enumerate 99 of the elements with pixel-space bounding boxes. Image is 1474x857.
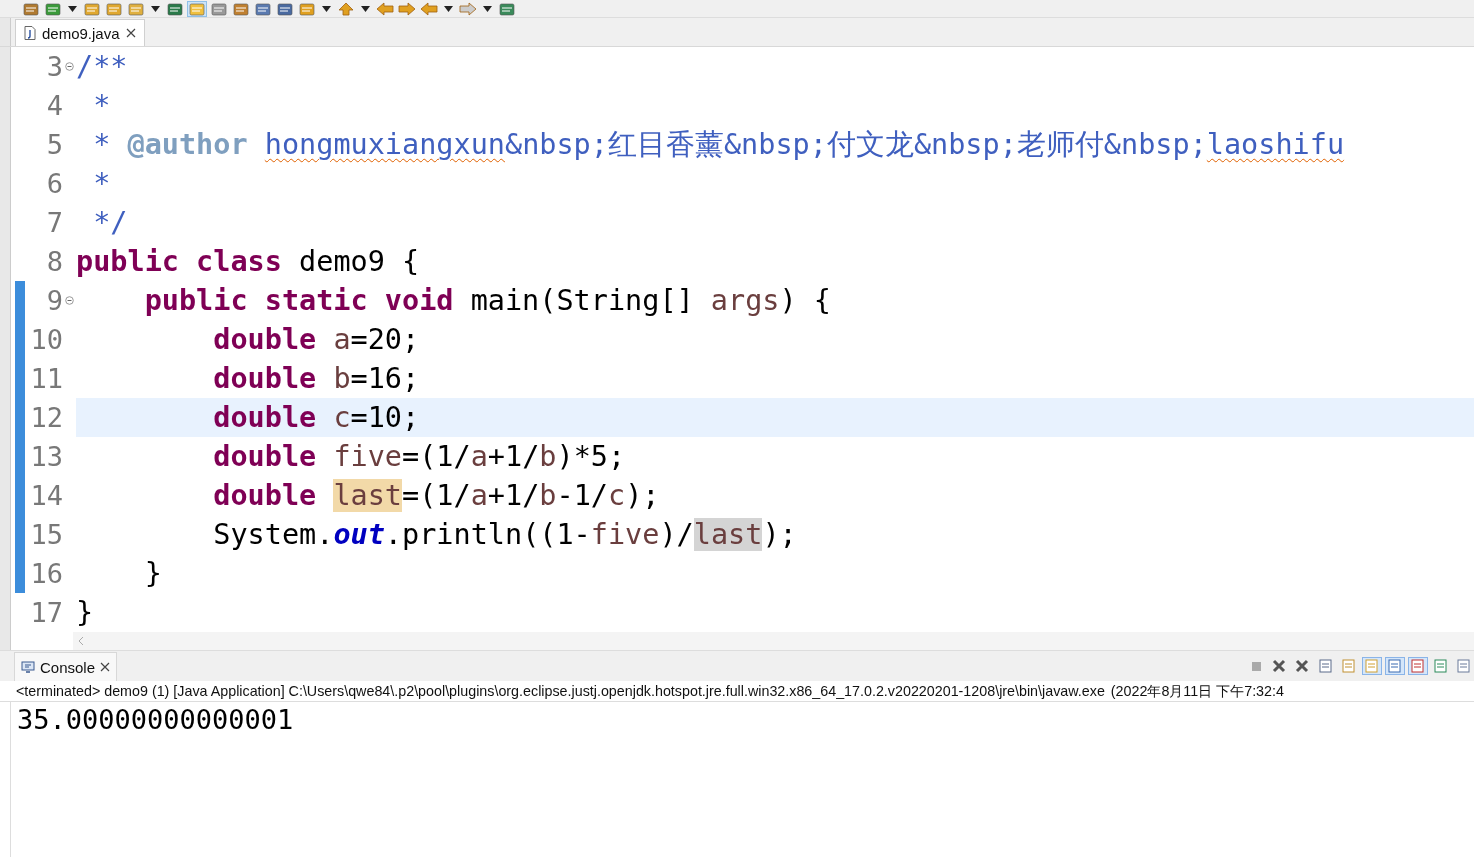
line-number: 11: [29, 363, 63, 394]
dropdown-caret-icon[interactable]: [68, 5, 77, 12]
code-text: +1/: [487, 440, 540, 473]
toolbar-document-icon[interactable]: [232, 1, 250, 16]
arrow-right-icon[interactable]: [398, 1, 416, 16]
variable-name: c: [332, 401, 351, 434]
toolbar-document-icon[interactable]: [276, 1, 294, 16]
code-text: +1/: [487, 479, 540, 512]
keyword: public class: [76, 245, 282, 278]
line-number: 17: [29, 597, 63, 628]
fold-icon[interactable]: [65, 296, 74, 305]
code-text: -1/: [556, 479, 608, 512]
variable-name: args: [709, 284, 780, 317]
static-field: out: [333, 518, 385, 551]
code-text: .println((1-: [384, 518, 591, 551]
keyword: double: [213, 362, 317, 395]
line-number: 5: [45, 129, 63, 160]
line-number: 7: [45, 207, 63, 238]
toolbar-document-icon[interactable]: [254, 1, 272, 16]
dropdown-caret-icon[interactable]: [444, 5, 453, 12]
process-info: <terminated> demo9 (1) [Java Application] C:\Users\qwe84\.p2\pool\plugins\org.eclipse.justj.openjdk.hotspot.jre.full.win32.x86_64_17.0.2.v20220201-1208\jre\bin\javaw.exe: [16, 683, 1105, 699]
code-text: ) {: [779, 284, 831, 317]
dropdown-caret-icon[interactable]: [322, 5, 331, 12]
console-output: 35.00000000000001: [16, 703, 295, 737]
code-text: System.: [213, 518, 334, 551]
code-comment: &nbsp;红目香薰&nbsp;付文龙&nbsp;老师付&nbsp;: [505, 126, 1207, 163]
code-text: =16;: [350, 362, 420, 395]
scroll-left-icon[interactable]: [77, 636, 85, 646]
toolbar-document-icon[interactable]: [105, 1, 123, 16]
dropdown-caret-icon[interactable]: [361, 5, 370, 12]
toolbar-document-icon[interactable]: [44, 1, 62, 16]
fold-icon[interactable]: [65, 62, 74, 71]
variable-write-highlight: last: [333, 479, 402, 512]
toolbar-document-icon[interactable]: [210, 1, 228, 16]
arrow-right-icon[interactable]: [459, 1, 477, 16]
toolbar-document-icon[interactable]: [83, 1, 101, 16]
code-text: )*5;: [556, 440, 626, 473]
code-text: }: [144, 557, 162, 590]
keyword: double: [213, 401, 317, 434]
code-comment: *: [92, 167, 111, 200]
code-text: );: [762, 518, 797, 551]
dropdown-caret-icon[interactable]: [151, 5, 160, 12]
java-file-icon: [24, 26, 36, 40]
line-number: 16: [29, 558, 63, 589]
line-number: 12: [29, 402, 63, 433]
code-text: =(1/: [402, 479, 471, 512]
misspelled-word: hongmuxiangxun: [264, 128, 505, 161]
variable-read-highlight: last: [693, 518, 763, 551]
dropdown-caret-icon[interactable]: [483, 5, 492, 12]
line-number: 15: [29, 519, 63, 550]
line-number: 6: [45, 168, 63, 199]
code-text: main(String[]: [469, 284, 694, 317]
variable-name: a: [470, 479, 488, 512]
code-text: );: [625, 479, 660, 512]
variable-name: five: [590, 518, 660, 551]
code-text: )/: [659, 518, 694, 551]
variable-name: five: [332, 440, 402, 473]
variable-name: b: [539, 479, 557, 512]
line-number: 14: [29, 480, 63, 511]
arrow-left-icon[interactable]: [420, 1, 438, 16]
variable-name: c: [607, 479, 626, 512]
variable-name: b: [332, 362, 351, 395]
keyword: public static void: [144, 284, 454, 317]
toolbar-document-icon[interactable]: [298, 1, 316, 16]
line-number: 10: [29, 324, 63, 355]
code-text: =20;: [350, 323, 420, 356]
code-comment: *: [92, 128, 111, 161]
keyword: double: [213, 440, 317, 473]
toolbar-document-icon[interactable]: [166, 1, 184, 16]
close-icon[interactable]: [125, 28, 136, 38]
keyword: double: [213, 479, 317, 512]
keyword: double: [213, 323, 317, 356]
code-comment: */: [92, 206, 128, 239]
code-text: =(1/: [402, 440, 471, 473]
misspelled-word: laoshifu: [1206, 128, 1345, 161]
line-number: 9: [45, 285, 63, 316]
variable-name: a: [332, 323, 351, 356]
code-text: demo9 {: [298, 245, 420, 278]
code-comment: *: [92, 89, 111, 122]
editor-tab[interactable]: demo9.java: [15, 19, 145, 46]
toolbar-document-icon[interactable]: [127, 1, 145, 16]
arrow-left-icon[interactable]: [376, 1, 394, 16]
line-number: 13: [29, 441, 63, 472]
console-tab[interactable]: Console: [14, 652, 118, 681]
close-icon[interactable]: [100, 662, 111, 672]
javadoc-tag: @author: [110, 128, 248, 161]
launch-time: (2022年8月11日 下午7:32:4: [1110, 681, 1284, 701]
variable-name: b: [539, 440, 557, 473]
toolbar-document-icon[interactable]: [22, 1, 40, 16]
line-number: 4: [45, 90, 63, 121]
arrow-up-icon[interactable]: [337, 1, 355, 16]
toolbar-document-icon[interactable]: [498, 1, 516, 16]
code-comment: /**: [76, 50, 128, 83]
line-number: 8: [45, 246, 63, 277]
monitor-icon: [21, 660, 35, 674]
code-text: }: [76, 596, 94, 629]
code-text: =10;: [350, 401, 420, 434]
line-number: 3: [45, 51, 63, 82]
variable-name: a: [470, 440, 488, 473]
